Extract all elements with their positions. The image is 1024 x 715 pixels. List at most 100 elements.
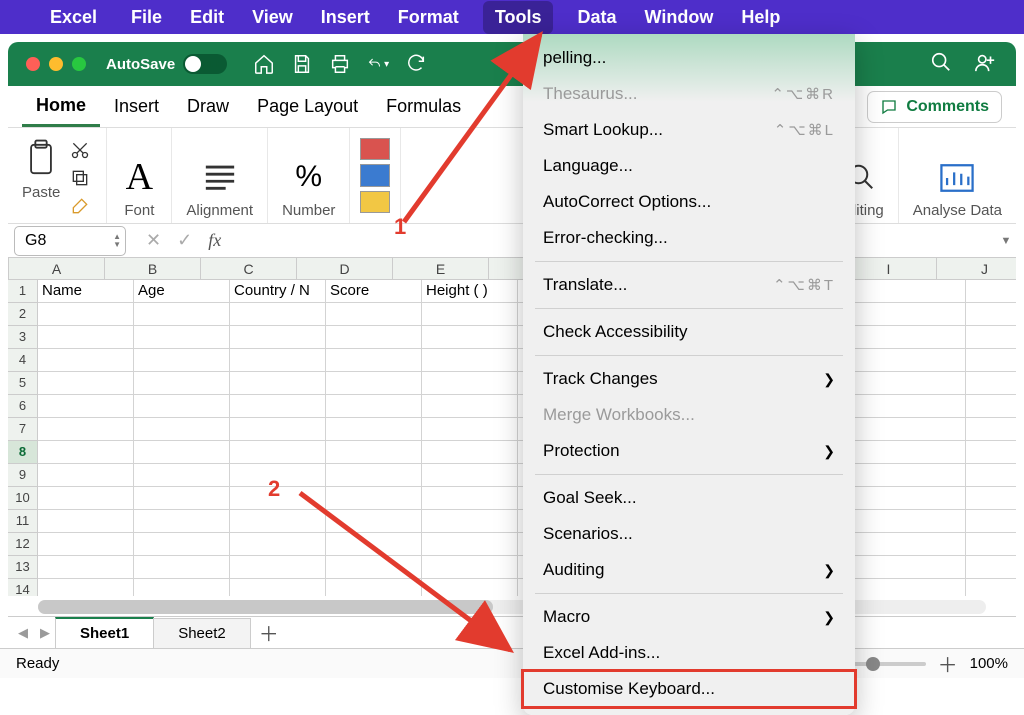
font-icon[interactable]: A — [121, 156, 157, 198]
name-box-stepper[interactable]: ▲▼ — [113, 233, 121, 249]
name-box[interactable]: G8▲▼ — [14, 226, 126, 256]
cell[interactable] — [38, 418, 134, 441]
cancel-icon[interactable]: ✕ — [146, 230, 161, 251]
menu-item[interactable]: AutoCorrect Options... — [523, 184, 855, 220]
row-header[interactable]: 14 — [8, 579, 38, 596]
cell[interactable] — [326, 349, 422, 372]
menu-item[interactable]: Scenarios... — [523, 516, 855, 552]
menu-item[interactable]: Protection❯ — [523, 433, 855, 469]
home-icon[interactable] — [253, 53, 275, 75]
col-D[interactable]: D — [297, 258, 393, 279]
cell[interactable] — [230, 372, 326, 395]
cell[interactable] — [870, 349, 966, 372]
row-header[interactable]: 9 — [8, 464, 38, 487]
cell[interactable] — [326, 533, 422, 556]
cell[interactable] — [422, 533, 518, 556]
cell[interactable] — [870, 533, 966, 556]
cell[interactable] — [870, 464, 966, 487]
row-header[interactable]: 5 — [8, 372, 38, 395]
tab-draw[interactable]: Draw — [173, 88, 243, 125]
menu-item[interactable]: Macro❯ — [523, 599, 855, 635]
style-swatch-red[interactable] — [360, 138, 390, 160]
cell[interactable] — [38, 326, 134, 349]
cell[interactable] — [966, 303, 1016, 326]
fx-icon[interactable]: fx — [208, 230, 221, 251]
cell[interactable] — [870, 556, 966, 579]
menu-tools[interactable]: Tools — [483, 1, 554, 34]
copy-icon[interactable] — [70, 168, 92, 188]
cell[interactable]: Age — [134, 280, 230, 303]
cell[interactable] — [326, 418, 422, 441]
col-I[interactable]: I — [841, 258, 937, 279]
row-header[interactable]: 3 — [8, 326, 38, 349]
cell[interactable] — [326, 579, 422, 596]
row-header[interactable]: 2 — [8, 303, 38, 326]
cell[interactable] — [134, 533, 230, 556]
menu-data[interactable]: Data — [577, 7, 616, 28]
cell[interactable] — [134, 464, 230, 487]
menu-edit[interactable]: Edit — [190, 7, 224, 28]
menu-item[interactable]: Translate...⌃⌥⌘T — [523, 267, 855, 303]
cell[interactable] — [134, 303, 230, 326]
cell[interactable] — [38, 395, 134, 418]
cell[interactable] — [134, 372, 230, 395]
row-header[interactable]: 6 — [8, 395, 38, 418]
tab-insert[interactable]: Insert — [100, 88, 173, 125]
cell[interactable] — [230, 349, 326, 372]
cell[interactable] — [38, 441, 134, 464]
cell[interactable] — [870, 487, 966, 510]
autosave-toggle[interactable]: AutoSave OFF — [106, 54, 227, 74]
cell[interactable] — [134, 579, 230, 596]
cell[interactable] — [422, 349, 518, 372]
format-painter-icon[interactable] — [70, 196, 92, 216]
cell[interactable] — [966, 579, 1016, 596]
cell[interactable] — [230, 418, 326, 441]
cell[interactable] — [966, 349, 1016, 372]
cell[interactable] — [230, 303, 326, 326]
menu-item[interactable]: pelling... — [523, 40, 855, 76]
cell[interactable] — [870, 372, 966, 395]
row-header[interactable]: 7 — [8, 418, 38, 441]
menu-window[interactable]: Window — [645, 7, 714, 28]
cell[interactable] — [38, 372, 134, 395]
cell[interactable] — [326, 395, 422, 418]
cell[interactable]: Country / N — [230, 280, 326, 303]
cell[interactable] — [134, 418, 230, 441]
minimize-window-button[interactable] — [49, 57, 63, 71]
cell[interactable] — [38, 464, 134, 487]
cell[interactable] — [422, 395, 518, 418]
menu-item[interactable]: Goal Seek... — [523, 480, 855, 516]
analyse-icon[interactable] — [939, 157, 975, 199]
number-icon[interactable]: % — [291, 156, 327, 198]
autosave-switch[interactable]: OFF — [183, 54, 227, 74]
cell[interactable] — [966, 372, 1016, 395]
cell[interactable] — [134, 349, 230, 372]
cell[interactable] — [38, 556, 134, 579]
menu-item[interactable]: Language... — [523, 148, 855, 184]
cell[interactable] — [870, 326, 966, 349]
cell[interactable] — [230, 395, 326, 418]
cut-icon[interactable] — [70, 140, 92, 160]
menu-view[interactable]: View — [252, 7, 293, 28]
cell[interactable] — [230, 510, 326, 533]
add-sheet-button[interactable]: ＋ — [251, 618, 287, 647]
cell[interactable] — [326, 556, 422, 579]
cell[interactable] — [326, 303, 422, 326]
cell[interactable] — [326, 441, 422, 464]
cell[interactable] — [966, 487, 1016, 510]
row-header[interactable]: 8 — [8, 441, 38, 464]
row-header[interactable]: 12 — [8, 533, 38, 556]
menu-item[interactable]: Excel Add-ins... — [523, 635, 855, 671]
cell[interactable] — [326, 372, 422, 395]
tab-home[interactable]: Home — [22, 87, 100, 127]
menu-item[interactable]: Track Changes❯ — [523, 361, 855, 397]
cell[interactable] — [38, 510, 134, 533]
cell[interactable] — [966, 464, 1016, 487]
tab-formulas[interactable]: Formulas — [372, 88, 475, 125]
print-icon[interactable] — [329, 53, 351, 75]
col-J[interactable]: J — [937, 258, 1024, 279]
cell[interactable] — [870, 418, 966, 441]
cell[interactable] — [134, 510, 230, 533]
col-E[interactable]: E — [393, 258, 489, 279]
cell[interactable] — [326, 326, 422, 349]
